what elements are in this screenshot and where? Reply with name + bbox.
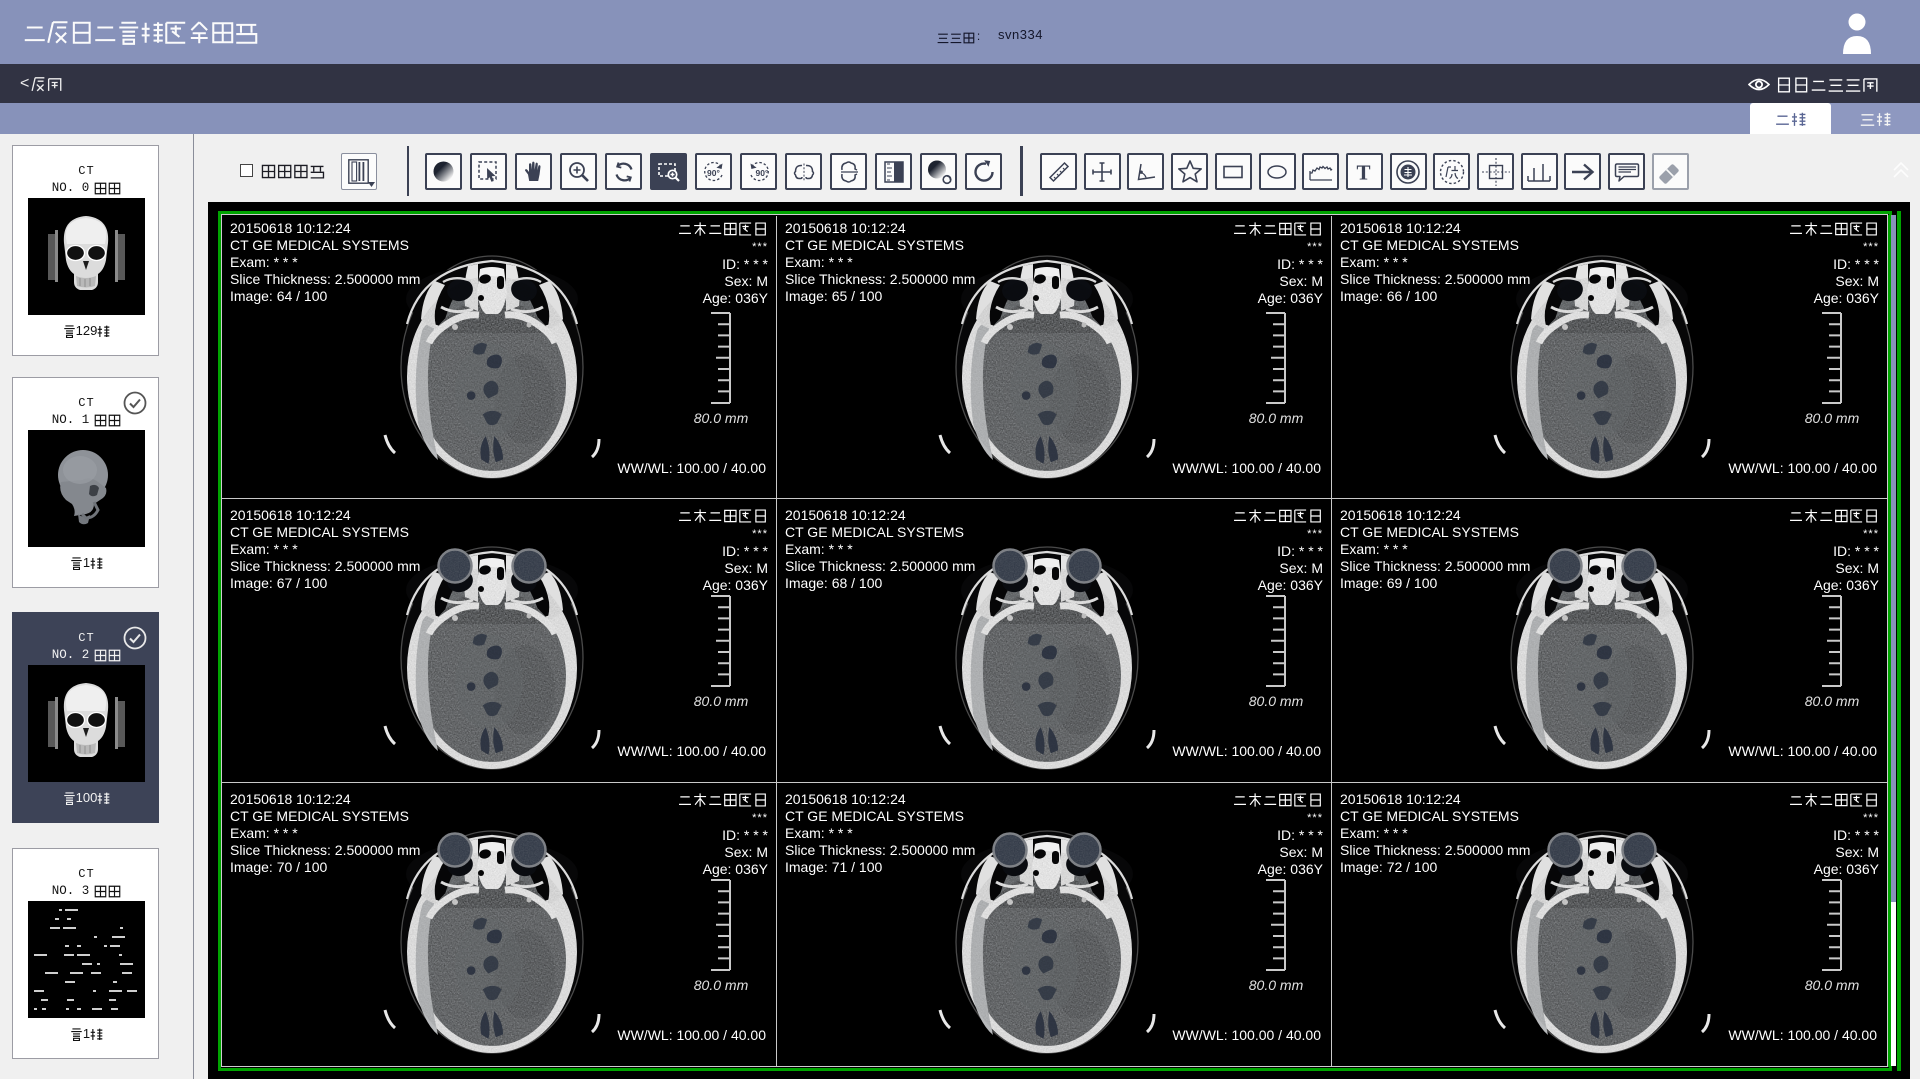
svg-text:90°: 90° <box>707 168 720 178</box>
svg-text:T: T <box>1357 160 1371 184</box>
svg-text:90°: 90° <box>755 168 768 178</box>
